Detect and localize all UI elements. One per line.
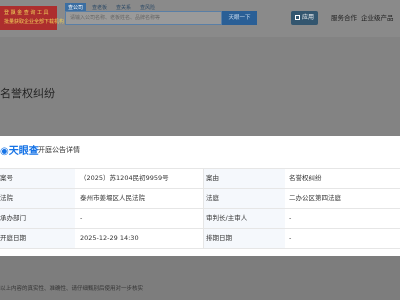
tab-risk[interactable]: 查风险 [137,3,158,11]
value-cause: 名誉权纠纷 [289,174,322,182]
value-courtroom: 二办公区第四法庭 [289,194,341,202]
top-header: 登 飘 金 查 询 工 具 批量获取企业全部下载机构 查公司 查老板 查关系 查… [0,0,400,37]
search-input[interactable]: 请输入公司名称、老板姓名、品牌名称等 [65,11,222,25]
label-hearing-date: 开庭日期 [0,229,75,248]
value-case-number: （2025）苏1204民初9959号 [80,174,169,182]
nav-enterprise-products[interactable]: 企业级产品 [361,11,394,25]
title-area [0,37,400,147]
label-cause: 案由 [203,169,285,188]
search-button[interactable]: 天眼一下 [222,11,257,25]
detail-table: 案号 （2025）苏1204民初9959号 案由 名誉权纠纷 法院 泰州市姜堰区… [0,168,400,249]
apps-grid-icon [294,15,300,20]
logo-mark-icon: ◉ [0,146,9,157]
table-row: 开庭日期 2025-12-29 14:30 排期日期 - [0,229,400,249]
promo-banner[interactable]: 登 飘 金 查 询 工 具 批量获取企业全部下载机构 [0,6,65,30]
nav-service-cooperation[interactable]: 服务合作 [331,11,357,25]
search-tabs: 查公司 查老板 查关系 查风险 [65,3,158,11]
tianyancha-logo: ◉天眼查 [0,142,39,157]
table-row: 承办部门 - 审判长/主审人 - [0,209,400,229]
apps-button[interactable]: 应用 [291,11,318,25]
tab-company[interactable]: 查公司 [65,3,87,11]
value-schedule-date: - [289,234,292,242]
disclaimer-text: 以上内容的真实性、准确性、请仔细甄别后使用对一步核实 [0,286,144,292]
value-judge: - [289,214,292,222]
label-judge: 审判长/主审人 [203,209,285,228]
value-court: 泰州市姜堰区人民法院 [80,194,145,202]
value-department: - [80,214,83,222]
tab-relation[interactable]: 查关系 [113,3,134,11]
tab-boss[interactable]: 查老板 [89,3,110,11]
label-schedule-date: 排期日期 [203,229,285,248]
label-courtroom: 法庭 [203,189,285,208]
promo-line-2: 批量获取企业全部下载机构 [4,19,65,25]
label-department: 承办部门 [0,209,75,228]
modal-title: 开庭公告详情 [38,146,80,154]
table-row: 法院 泰州市姜堰区人民法院 法庭 二办公区第四法庭 [0,189,400,209]
label-case-number: 案号 [0,169,75,188]
promo-line-1: 登 飘 金 查 询 工 具 [4,10,49,16]
label-court: 法院 [0,189,75,208]
apps-label: 应用 [301,14,314,21]
value-hearing-date: 2025-12-29 14:30 [80,234,139,242]
table-row: 案号 （2025）苏1204民初9959号 案由 名誉权纠纷 [0,169,400,189]
page-title: 名誉权纠纷 [0,87,55,100]
logo-text: 天眼查 [8,146,39,157]
